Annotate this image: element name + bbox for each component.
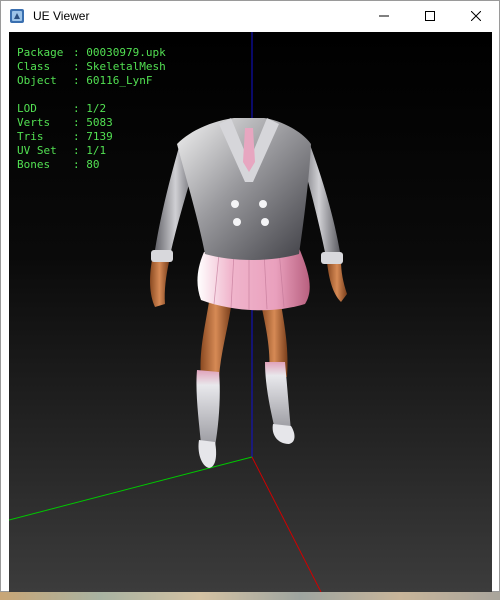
package-label: Package xyxy=(17,46,64,59)
close-icon xyxy=(471,11,481,21)
app-icon xyxy=(9,8,25,24)
object-value: 60116_LynF xyxy=(86,74,153,87)
uvset-value: 1/1 xyxy=(86,144,107,157)
minimize-icon xyxy=(379,15,389,17)
tris-label: Tris xyxy=(17,130,44,143)
class-label: Class xyxy=(17,60,51,73)
minimize-button[interactable] xyxy=(361,1,407,31)
package-value: 00030979.upk xyxy=(86,46,166,59)
verts-value: 5083 xyxy=(86,116,113,129)
title-bar[interactable]: UE Viewer xyxy=(1,1,499,31)
app-window: UE Viewer Package: 00030979.upk Class:… xyxy=(0,0,500,592)
bones-label: Bones xyxy=(17,158,51,171)
tris-value: 7139 xyxy=(86,130,113,143)
lod-label: LOD xyxy=(17,102,37,115)
bones-value: 80 xyxy=(86,158,100,171)
close-button[interactable] xyxy=(453,1,499,31)
lod-value: 1/2 xyxy=(86,102,107,115)
window-title: UE Viewer xyxy=(33,9,90,23)
axis-x xyxy=(251,456,322,592)
character-jacket xyxy=(177,118,311,260)
axis-y xyxy=(9,456,253,521)
maximize-button[interactable] xyxy=(407,1,453,31)
uvset-label: UV Set xyxy=(17,144,57,157)
verts-label: Verts xyxy=(17,116,51,129)
class-value: SkeletalMesh xyxy=(86,60,166,73)
object-label: Object xyxy=(17,74,57,87)
character-legs xyxy=(196,302,295,468)
maximize-icon xyxy=(425,11,435,21)
mesh-info-panel: Package: 00030979.upk Class: SkeletalMes… xyxy=(17,46,166,171)
3d-viewport[interactable]: Package: 00030979.upk Class: SkeletalMes… xyxy=(9,32,492,592)
